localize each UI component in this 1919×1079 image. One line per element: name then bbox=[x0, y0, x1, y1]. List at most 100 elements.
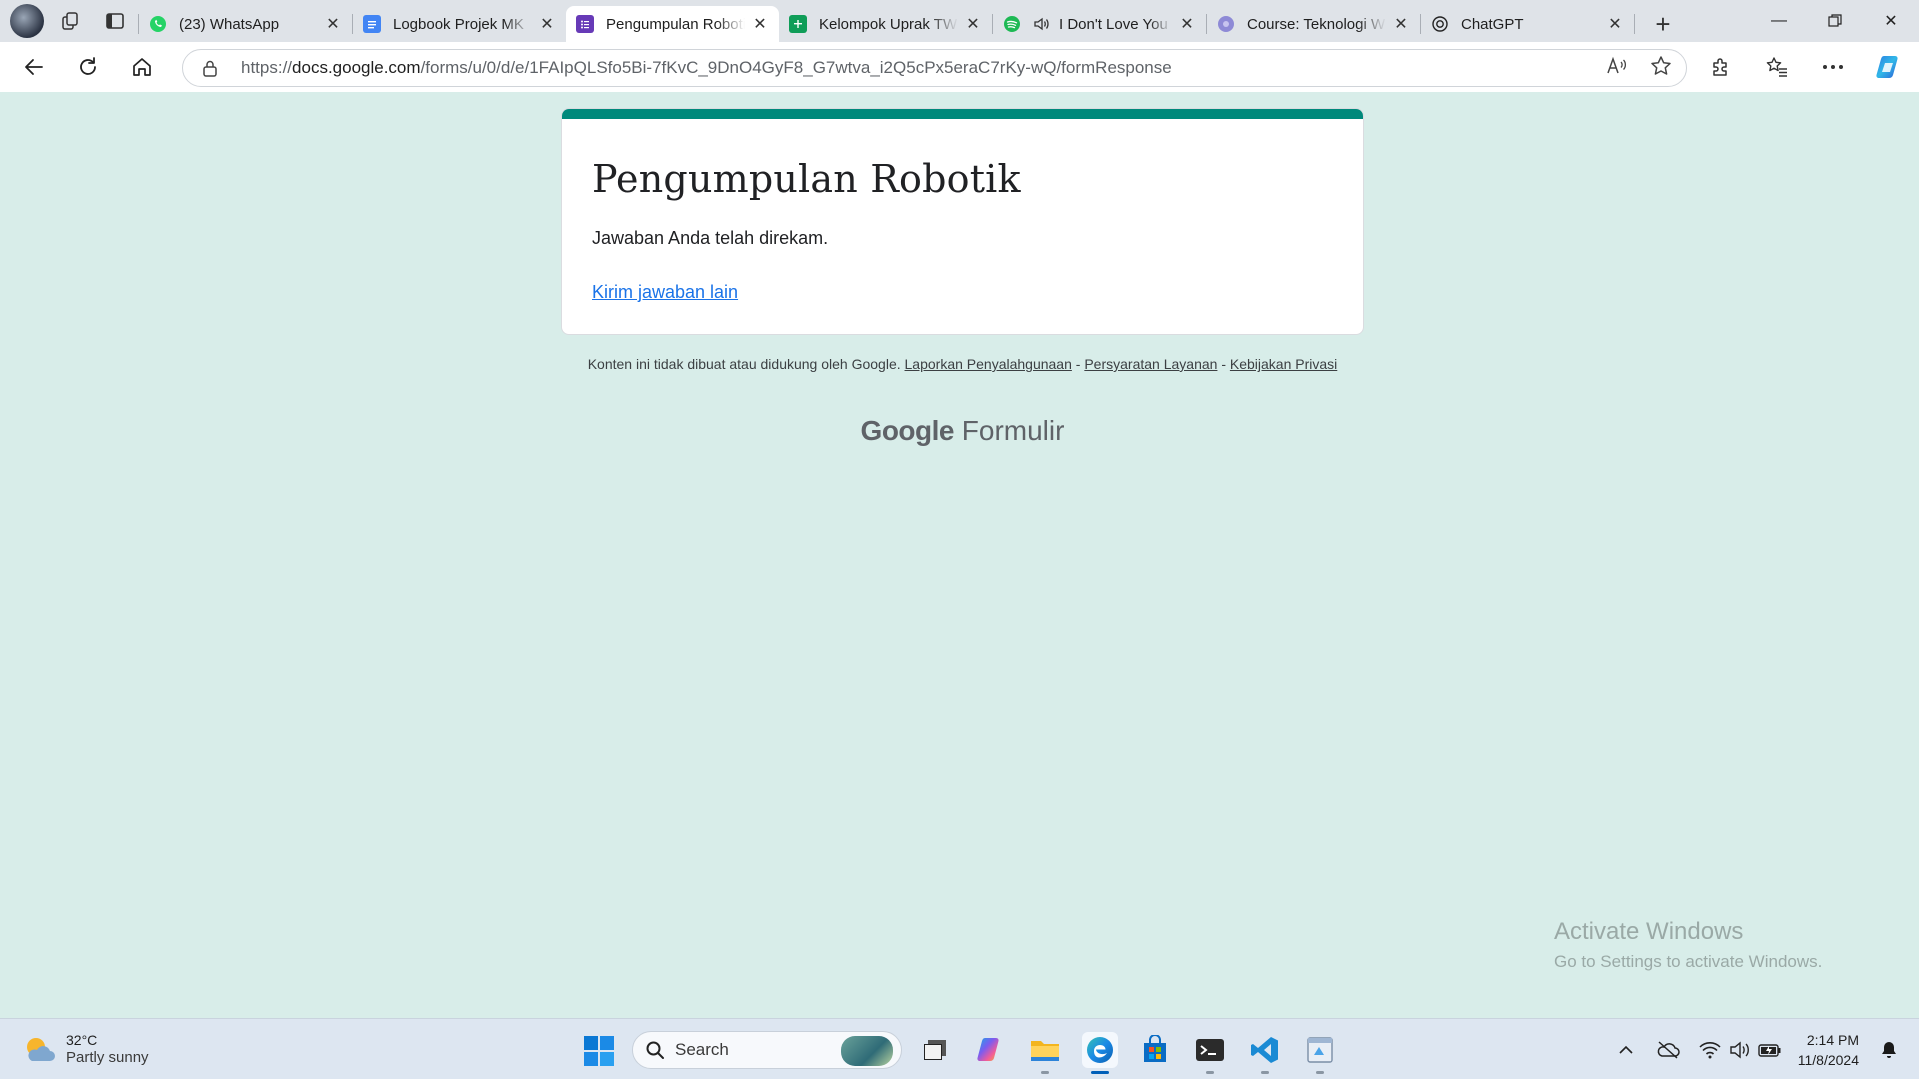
more-options-icon[interactable] bbox=[1813, 47, 1853, 87]
taskbar-search[interactable]: Search bbox=[632, 1031, 902, 1069]
running-indicator bbox=[1091, 1071, 1109, 1074]
spotify-icon bbox=[1003, 15, 1021, 33]
url-text[interactable]: https://docs.google.com/forms/u/0/d/e/1F… bbox=[241, 58, 1172, 78]
address-bar-actions bbox=[1606, 50, 1672, 86]
tab-label: Logbook Projek MK bbox=[393, 15, 524, 33]
google-forms-icon bbox=[576, 15, 594, 33]
running-indicator bbox=[1261, 1071, 1269, 1074]
workspaces-icon[interactable] bbox=[54, 6, 88, 36]
tab-label: (23) WhatsApp bbox=[179, 15, 280, 33]
forms-footer-note: Konten ini tidak dibuat atau didukung ol… bbox=[561, 355, 1364, 373]
tab-course[interactable]: Course: Teknologi W ✕ bbox=[1207, 6, 1420, 42]
window-controls: — ✕ bbox=[1751, 0, 1919, 42]
privacy-policy-link[interactable]: Kebijakan Privasi bbox=[1230, 356, 1337, 372]
url-domain: docs.google.com bbox=[292, 58, 421, 77]
taskbar-file-explorer[interactable] bbox=[1027, 1032, 1063, 1074]
partly-sunny-icon bbox=[22, 1034, 56, 1064]
tab-kelompok-uprak[interactable]: Kelompok Uprak TW ✕ bbox=[779, 6, 992, 42]
close-icon[interactable]: ✕ bbox=[964, 15, 982, 33]
moodle-icon bbox=[1217, 15, 1235, 33]
profile-avatar[interactable] bbox=[10, 4, 44, 38]
taskbar-vscode[interactable] bbox=[1247, 1032, 1283, 1074]
close-icon[interactable]: ✕ bbox=[1606, 15, 1624, 33]
chatgpt-icon bbox=[1431, 15, 1449, 33]
favorites-icon[interactable] bbox=[1757, 47, 1797, 87]
close-icon[interactable]: ✕ bbox=[751, 15, 769, 33]
url-path: /forms/u/0/d/e/1FAIpQLSfo5Bi-7fKvC_9DnO4… bbox=[420, 58, 1172, 77]
tab-chatgpt[interactable]: ChatGPT ✕ bbox=[1421, 6, 1634, 42]
taskbar-terminal[interactable] bbox=[1192, 1032, 1228, 1074]
clock-date: 11/8/2024 bbox=[1797, 1051, 1859, 1068]
refresh-button[interactable] bbox=[68, 47, 108, 87]
tab-label: ChatGPT bbox=[1461, 15, 1524, 33]
system-tray: 2:14 PM 11/8/2024 bbox=[1610, 1019, 1919, 1079]
lock-icon[interactable] bbox=[201, 59, 231, 77]
google-forms-logo[interactable]: Google Formulir bbox=[561, 415, 1364, 447]
start-button[interactable] bbox=[583, 1035, 615, 1067]
copilot-icon[interactable] bbox=[1869, 47, 1909, 87]
extensions-icon[interactable] bbox=[1701, 47, 1741, 87]
new-tab-button[interactable]: + bbox=[1645, 6, 1681, 42]
url-prefix: https:// bbox=[241, 58, 293, 77]
tab-pengumpulan-robotik[interactable]: Pengumpulan Robotik ✕ bbox=[566, 6, 779, 42]
taskbar-store[interactable] bbox=[1137, 1032, 1173, 1068]
watermark-title: Activate Windows bbox=[1554, 918, 1744, 945]
tab-label: Course: Teknologi W bbox=[1247, 15, 1386, 33]
wifi-icon[interactable] bbox=[1696, 1036, 1724, 1064]
windows-taskbar: 32°C Partly sunny Search 2:14 PM 11/8/20… bbox=[0, 1018, 1919, 1079]
browser-toolbar: https://docs.google.com/forms/u/0/d/e/1F… bbox=[0, 42, 1919, 92]
taskbar-task-view[interactable] bbox=[917, 1032, 953, 1068]
tab-spotify[interactable]: I Don't Love You ✕ bbox=[993, 6, 1206, 42]
favorite-star-icon[interactable] bbox=[1650, 55, 1672, 82]
search-icon bbox=[645, 1040, 665, 1060]
search-label: Search bbox=[675, 1040, 729, 1059]
close-icon[interactable]: ✕ bbox=[1392, 15, 1410, 33]
watermark-subtitle: Go to Settings to activate Windows. bbox=[1554, 952, 1823, 971]
close-window-button[interactable]: ✕ bbox=[1863, 0, 1919, 42]
tab-label: Pengumpulan Robotik bbox=[606, 15, 745, 33]
back-button[interactable] bbox=[14, 47, 54, 87]
weather-widget[interactable]: 32°C Partly sunny bbox=[22, 1031, 149, 1067]
form-accent-band bbox=[562, 109, 1363, 119]
notification-bell-icon[interactable] bbox=[1875, 1036, 1903, 1064]
volume-icon[interactable] bbox=[1726, 1036, 1754, 1064]
address-bar[interactable]: https://docs.google.com/forms/u/0/d/e/1F… bbox=[182, 49, 1687, 87]
close-icon[interactable]: ✕ bbox=[324, 15, 342, 33]
report-abuse-link[interactable]: Laporkan Penyalahgunaan bbox=[905, 356, 1072, 372]
taskbar-edge[interactable] bbox=[1082, 1032, 1118, 1074]
home-button[interactable] bbox=[122, 47, 162, 87]
speaker-icon[interactable] bbox=[1033, 15, 1051, 33]
toolbar-right bbox=[1701, 42, 1919, 92]
submit-another-response-link[interactable]: Kirim jawaban lain bbox=[592, 282, 738, 303]
close-icon[interactable]: ✕ bbox=[1178, 15, 1196, 33]
page-viewport: Pengumpulan Robotik Jawaban Anda telah d… bbox=[4, 92, 1915, 1018]
close-icon[interactable]: ✕ bbox=[538, 15, 556, 33]
running-indicator bbox=[1041, 1071, 1049, 1074]
search-highlight-image bbox=[841, 1036, 893, 1066]
clock-time: 2:14 PM bbox=[1806, 1031, 1859, 1048]
whatsapp-icon bbox=[149, 15, 167, 33]
tab-logbook[interactable]: Logbook Projek MK ✕ bbox=[353, 6, 566, 42]
tab-whatsapp[interactable]: (23) WhatsApp ✕ bbox=[139, 6, 352, 42]
google-docs-icon bbox=[363, 15, 381, 33]
battery-icon[interactable] bbox=[1756, 1036, 1784, 1064]
form-response-card: Pengumpulan Robotik Jawaban Anda telah d… bbox=[561, 108, 1364, 335]
clock[interactable]: 2:14 PM 11/8/2024 bbox=[1798, 1030, 1859, 1070]
tab-separator bbox=[1634, 14, 1635, 34]
restore-button[interactable] bbox=[1807, 0, 1863, 42]
onedrive-offline-icon[interactable] bbox=[1654, 1036, 1682, 1064]
running-indicator bbox=[1316, 1071, 1324, 1074]
response-recorded-message: Jawaban Anda telah direkam. bbox=[592, 228, 829, 248]
tab-label: I Don't Love You bbox=[1059, 15, 1168, 33]
taskbar-paint[interactable] bbox=[1302, 1032, 1338, 1074]
disclaimer-text: Konten ini tidak dibuat atau didukung ol… bbox=[587, 356, 901, 372]
tab-actions-icon[interactable] bbox=[98, 6, 132, 36]
terms-of-service-link[interactable]: Persyaratan Layanan bbox=[1084, 356, 1217, 372]
taskbar-copilot[interactable] bbox=[972, 1032, 1008, 1068]
chevron-up-icon[interactable] bbox=[1612, 1036, 1640, 1064]
weather-condition: Partly sunny bbox=[66, 1049, 149, 1066]
read-aloud-icon[interactable] bbox=[1606, 56, 1628, 81]
running-indicator bbox=[1206, 1071, 1214, 1074]
google-sheets-icon bbox=[789, 15, 807, 33]
minimize-button[interactable]: — bbox=[1751, 0, 1807, 42]
